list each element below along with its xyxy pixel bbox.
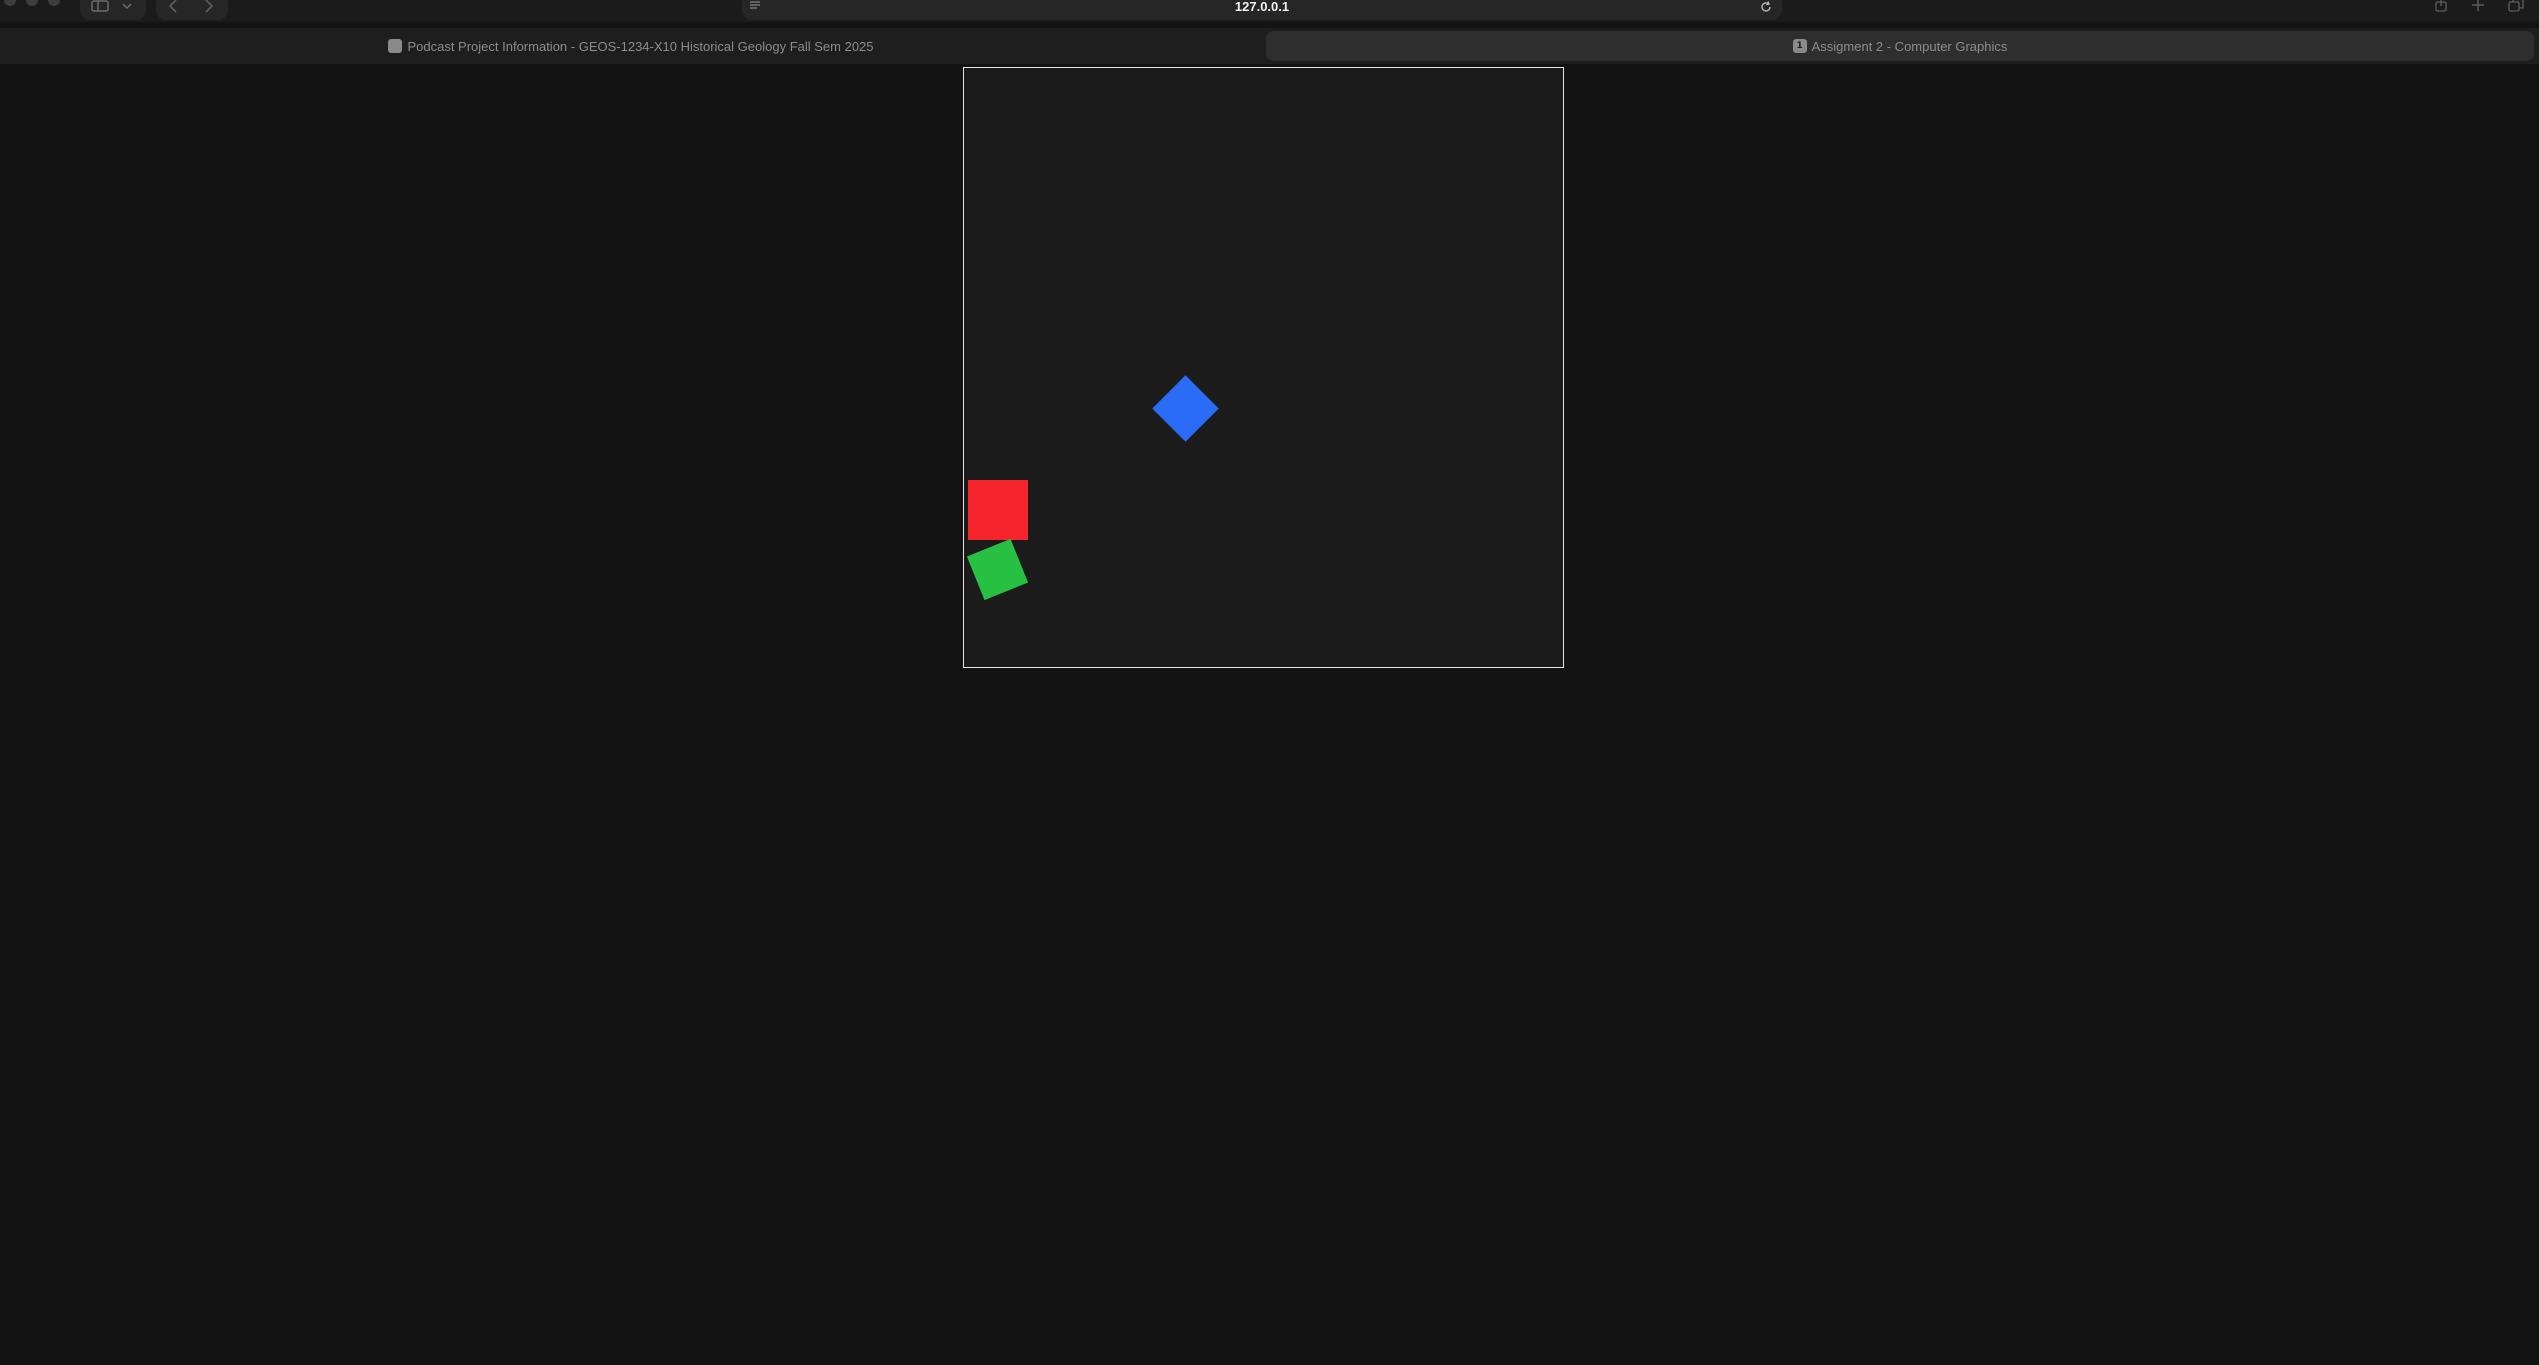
reload-icon[interactable] [1760,1,1772,13]
blue-square [1152,375,1219,442]
tab-bar: Podcast Project Information - GEOS-1234-… [0,28,2539,64]
share-icon[interactable] [2434,0,2448,12]
new-tab-icon[interactable] [2471,0,2485,12]
minimize-window-button[interactable] [26,0,38,6]
chevron-down-icon[interactable] [122,2,132,10]
tab-title: Assigment 2 - Computer Graphics [1811,38,2008,54]
sidebar-toggle-group [80,0,146,20]
tab-assignment-2[interactable]: 1 Assigment 2 - Computer Graphics [1266,31,2534,61]
back-arrow-icon[interactable] [168,0,178,13]
red-square [968,480,1028,540]
close-window-button[interactable] [4,0,16,6]
forward-arrow-icon[interactable] [204,0,214,13]
address-bar[interactable]: 127.0.0.1 [742,0,1782,20]
green-square [966,538,1029,601]
zoom-window-button[interactable] [48,0,60,6]
tab-podcast-project[interactable]: Podcast Project Information - GEOS-1234-… [0,31,1262,61]
browser-toolbar: 127.0.0.1 [0,0,2539,22]
navigation-group [156,0,228,20]
tab-overview-icon[interactable] [2508,0,2524,12]
sidebar-icon[interactable] [91,0,109,12]
graphics-canvas[interactable] [963,67,1564,668]
url-text: 127.0.0.1 [1234,0,1290,14]
course-favicon-icon [388,39,403,53]
tab-title: Podcast Project Information - GEOS-1234-… [407,38,874,54]
numbered-favicon-icon: 1 [1792,39,1807,53]
